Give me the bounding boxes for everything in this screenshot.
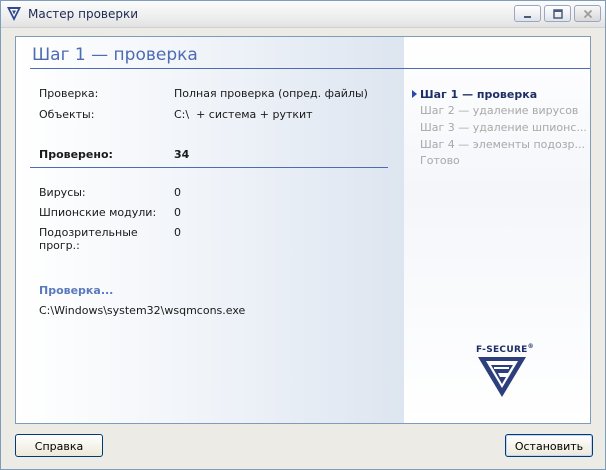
stop-button[interactable]: Остановить (505, 434, 593, 457)
scanned-label: Проверено: (39, 148, 113, 161)
title-bar[interactable]: Мастер проверки (1, 1, 605, 28)
suspicious-label-line2: прогр.: (39, 239, 80, 252)
objects-value: C:\ + система + руткит (174, 108, 313, 121)
close-icon (583, 9, 593, 19)
viruses-count: 0 (174, 186, 181, 199)
current-step-arrow-icon (412, 90, 417, 98)
scan-type-label: Проверка: (39, 87, 99, 100)
viruses-label: Вирусы: (39, 186, 86, 199)
wizard-panel: Шаг 1 — проверка Проверка: Полная провер… (15, 36, 591, 424)
scanned-count: 34 (174, 148, 190, 161)
minimize-icon (524, 16, 531, 18)
step-3: Шаг 3 — удаление шпионс... (420, 121, 587, 134)
scan-type-value: Полная проверка (опред. файлы) (174, 87, 368, 100)
minimize-button[interactable] (514, 5, 541, 22)
step-1: Шаг 1 — проверка (420, 88, 538, 101)
help-button[interactable]: Справка (15, 434, 103, 457)
fsecure-logo-icon (7, 7, 21, 21)
suspicious-count: 0 (174, 226, 181, 239)
progress-title: Проверка... (39, 284, 114, 297)
section-divider (30, 167, 388, 168)
fsecure-shield-icon (478, 357, 526, 397)
suspicious-label: Подозрительные (39, 226, 138, 239)
window-title: Мастер проверки (28, 7, 139, 21)
brand-name: F-SECURE® (476, 343, 534, 355)
step-4: Шаг 4 — элементы подозр... (420, 138, 586, 151)
step-done: Готово (420, 154, 460, 167)
close-button[interactable] (574, 5, 601, 22)
current-file-path: C:\Windows\system32\wsqmcons.exe (39, 304, 246, 317)
scan-wizard-window: Мастер проверки Шаг 1 — проверка Проверк… (0, 0, 606, 470)
heading-divider (30, 68, 590, 69)
maximize-icon (553, 9, 563, 19)
maximize-button[interactable] (544, 5, 571, 22)
spyware-count: 0 (174, 206, 181, 219)
objects-label: Объекты: (39, 108, 95, 121)
step-2: Шаг 2 — удаление вирусов (420, 104, 579, 117)
spyware-label: Шпионские модули: (39, 206, 157, 219)
page-title: Шаг 1 — проверка (32, 45, 198, 65)
